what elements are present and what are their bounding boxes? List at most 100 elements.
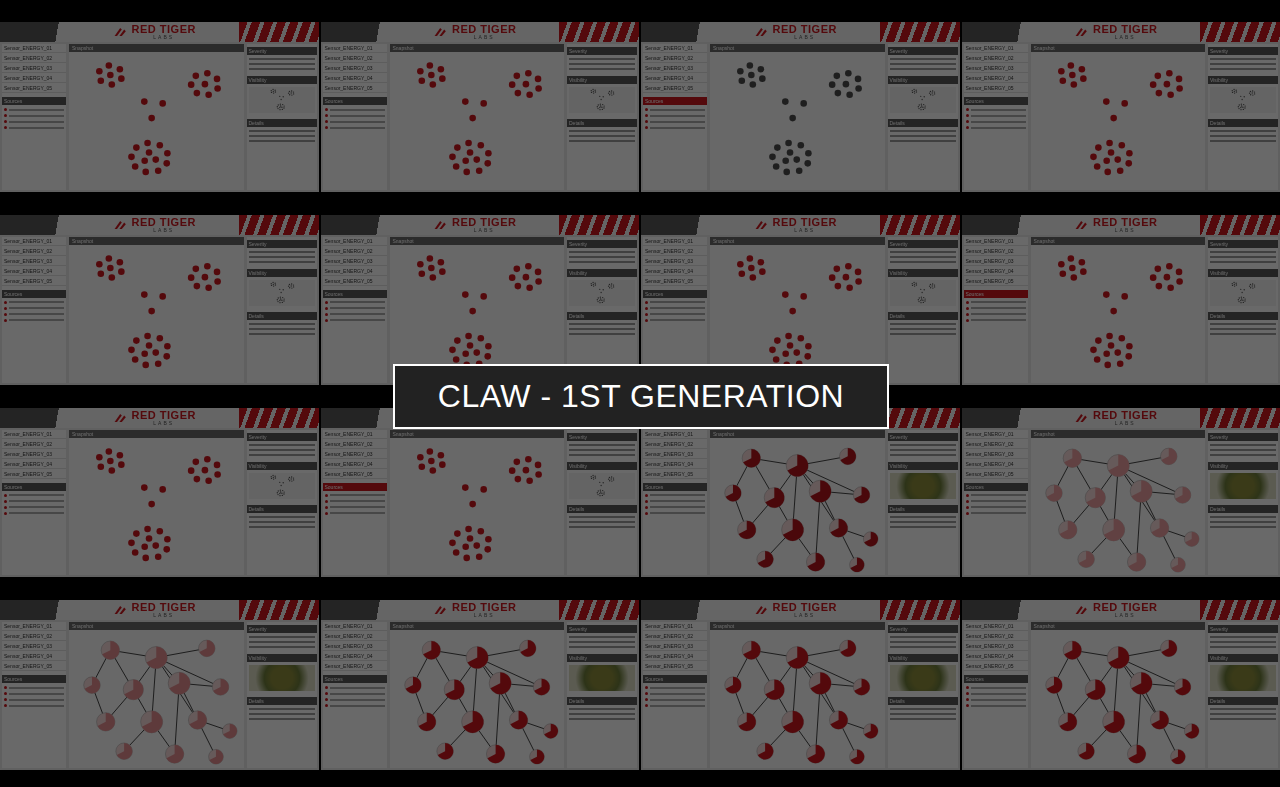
sensor-item[interactable]: Sensor_ENERGY_04 <box>2 460 66 469</box>
node-dot[interactable] <box>133 337 140 344</box>
node-dot[interactable] <box>426 62 433 69</box>
node-dot[interactable] <box>439 75 446 82</box>
source-row[interactable] <box>4 500 64 503</box>
node-dot[interactable] <box>843 274 850 281</box>
node-dot[interactable] <box>454 530 461 537</box>
node-dot[interactable] <box>773 163 780 170</box>
node-dot[interactable] <box>214 471 221 478</box>
pie-node[interactable] <box>829 518 847 536</box>
sensor-item[interactable]: Sensor_ENERGY_01 <box>2 430 66 439</box>
sensor-item[interactable]: Sensor_ENERGY_05 <box>2 470 66 479</box>
pie-node[interactable] <box>444 680 464 700</box>
node-dot[interactable] <box>128 154 135 161</box>
source-row[interactable] <box>325 512 385 515</box>
pie-node[interactable] <box>1058 520 1076 538</box>
source-row[interactable] <box>325 307 385 310</box>
node-dot[interactable] <box>477 527 484 534</box>
node-dot[interactable] <box>804 160 811 167</box>
node-dot[interactable] <box>759 75 766 82</box>
node-dot[interactable] <box>535 85 542 92</box>
sensor-item[interactable]: Sensor_ENERGY_05 <box>2 662 66 671</box>
source-row[interactable] <box>4 506 64 509</box>
node-dot[interactable] <box>462 543 469 550</box>
node-dot[interactable] <box>845 70 852 77</box>
node-dot[interactable] <box>1149 81 1156 88</box>
sensor-item[interactable]: Sensor_ENERGY_05 <box>323 662 387 671</box>
pie-node[interactable] <box>519 640 536 657</box>
pie-node[interactable] <box>782 518 804 540</box>
sensor-item[interactable]: Sensor_ENERGY_03 <box>2 450 66 459</box>
sensor-item[interactable]: Sensor_ENERGY_03 <box>964 64 1028 73</box>
node-dot[interactable] <box>739 270 746 277</box>
node-dot[interactable] <box>148 115 155 122</box>
node-dot[interactable] <box>846 284 853 291</box>
node-dot[interactable] <box>534 461 541 468</box>
node-dot[interactable] <box>1154 265 1161 272</box>
node-dot[interactable] <box>789 308 796 315</box>
pie-node[interactable] <box>84 677 101 694</box>
source-row[interactable] <box>4 307 64 310</box>
node-dot[interactable] <box>449 154 456 161</box>
node-dot[interactable] <box>466 535 473 542</box>
node-dot[interactable] <box>194 283 201 290</box>
source-row[interactable] <box>966 313 1026 316</box>
source-row[interactable] <box>4 494 64 497</box>
node-dot[interactable] <box>846 91 853 98</box>
node-dot[interactable] <box>782 291 789 298</box>
node-dot[interactable] <box>1167 91 1174 98</box>
pie-node[interactable] <box>1150 518 1168 536</box>
node-dot[interactable] <box>1058 261 1065 268</box>
source-row[interactable] <box>645 114 705 117</box>
node-dot[interactable] <box>522 81 529 88</box>
node-dot[interactable] <box>188 467 195 474</box>
node-dot[interactable] <box>214 278 221 285</box>
node-dot[interactable] <box>1118 335 1125 342</box>
node-dot[interactable] <box>117 259 124 266</box>
source-row[interactable] <box>325 114 385 117</box>
pie-node[interactable] <box>1184 724 1199 739</box>
source-row[interactable] <box>645 506 705 509</box>
sensor-item[interactable]: Sensor_ENERGY_01 <box>643 237 707 246</box>
sensor-item[interactable]: Sensor_ENERGY_04 <box>323 460 387 469</box>
pie-node[interactable] <box>1127 745 1145 763</box>
node-dot[interactable] <box>156 527 163 534</box>
sensor-item[interactable]: Sensor_ENERGY_04 <box>643 460 707 469</box>
sensor-item[interactable]: Sensor_ENERGY_03 <box>964 257 1028 266</box>
node-dot[interactable] <box>785 332 792 339</box>
node-dot[interactable] <box>152 349 159 356</box>
pie-node[interactable] <box>1127 552 1145 570</box>
source-row[interactable] <box>966 692 1026 695</box>
sensor-item[interactable]: Sensor_ENERGY_01 <box>2 622 66 631</box>
cluster-canvas[interactable] <box>390 438 565 576</box>
node-dot[interactable] <box>769 346 776 353</box>
node-dot[interactable] <box>1103 350 1110 357</box>
sensor-item[interactable]: Sensor_ENERGY_03 <box>964 450 1028 459</box>
pie-node[interactable] <box>829 711 847 729</box>
node-dot[interactable] <box>1110 115 1117 122</box>
node-dot[interactable] <box>188 274 195 281</box>
pie-node[interactable] <box>1102 518 1124 540</box>
cluster-canvas[interactable] <box>69 245 244 383</box>
node-dot[interactable] <box>829 81 836 88</box>
node-dot[interactable] <box>148 308 155 315</box>
source-row[interactable] <box>645 500 705 503</box>
node-dot[interactable] <box>1125 160 1132 167</box>
node-dot[interactable] <box>462 350 469 357</box>
sensor-item[interactable]: Sensor_ENERGY_02 <box>2 440 66 449</box>
sensor-item[interactable]: Sensor_ENERGY_02 <box>323 54 387 63</box>
node-dot[interactable] <box>1103 291 1110 298</box>
pie-node[interactable] <box>1077 550 1094 567</box>
node-dot[interactable] <box>513 265 520 272</box>
node-dot[interactable] <box>142 361 149 368</box>
source-row[interactable] <box>325 313 385 316</box>
node-dot[interactable] <box>152 542 159 549</box>
sensor-item[interactable]: Sensor_ENERGY_03 <box>323 450 387 459</box>
sensor-item[interactable]: Sensor_ENERGY_05 <box>2 277 66 286</box>
node-dot[interactable] <box>769 154 776 161</box>
sensor-item[interactable]: Sensor_ENERGY_01 <box>643 44 707 53</box>
node-dot[interactable] <box>1095 337 1102 344</box>
node-dot[interactable] <box>1093 356 1100 363</box>
node-dot[interactable] <box>159 100 166 107</box>
source-row[interactable] <box>645 307 705 310</box>
node-dot[interactable] <box>1069 264 1076 271</box>
